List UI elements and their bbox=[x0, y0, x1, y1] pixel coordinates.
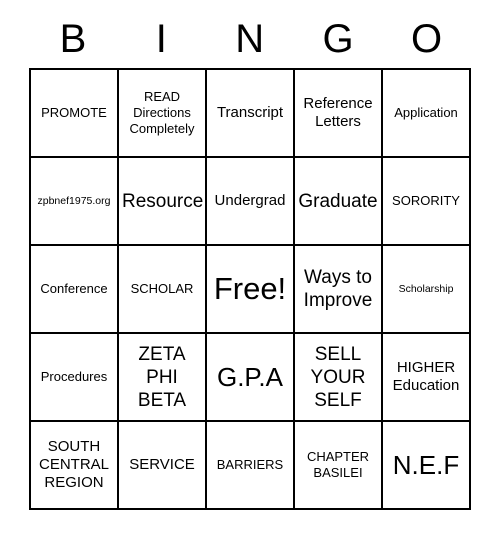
bingo-cell[interactable]: Resource bbox=[119, 158, 207, 246]
bingo-cell[interactable]: CHAPTER BASILEI bbox=[295, 422, 383, 510]
bingo-cell[interactable]: G.P.A bbox=[207, 334, 295, 422]
bingo-cell[interactable]: HIGHER Education bbox=[383, 334, 471, 422]
bingo-cell[interactable]: Undergrad bbox=[207, 158, 295, 246]
bingo-cell[interactable]: Ways to Improve bbox=[295, 246, 383, 334]
bingo-row: PROMOTE READ Directions Completely Transcr… bbox=[31, 70, 471, 158]
bingo-cell-label: SELL YOUR SELF bbox=[310, 343, 366, 411]
bingo-cell-label: zpbnef1975.org bbox=[37, 194, 111, 207]
bingo-row: Conference SCHOLAR Free! Ways to Improve Sch… bbox=[31, 246, 471, 334]
bingo-cell[interactable]: Procedures bbox=[31, 334, 119, 422]
bingo-cell[interactable]: SOUTH CENTRAL REGION bbox=[31, 422, 119, 510]
bingo-cell[interactable]: SELL YOUR SELF bbox=[295, 334, 383, 422]
bingo-cell-label: Application bbox=[394, 105, 458, 120]
bingo-grid: PROMOTE READ Directions Completely Transcr… bbox=[29, 68, 471, 510]
bingo-cell-label: HIGHER Education bbox=[392, 359, 460, 394]
bingo-cell[interactable]: Reference Letters bbox=[295, 70, 383, 158]
bingo-card: B I N G O PROMOTE READ Directions Complet… bbox=[29, 10, 471, 514]
bingo-header-letter-i: I bbox=[155, 17, 168, 61]
bingo-cell-label: Transcript bbox=[216, 104, 284, 121]
bingo-cell-label: Ways to Improve bbox=[303, 267, 373, 311]
bingo-header: B I N G O bbox=[29, 10, 471, 68]
bingo-cell-label: CHAPTER BASILEI bbox=[306, 449, 370, 480]
bingo-cell-label: Scholarship bbox=[398, 282, 454, 295]
bingo-header-letter-n: N bbox=[235, 17, 265, 61]
bingo-cell-label: Procedures bbox=[40, 369, 108, 384]
bingo-cell[interactable]: Conference bbox=[31, 246, 119, 334]
bingo-free-space[interactable]: Free! bbox=[207, 246, 295, 334]
bingo-header-letter-o: O bbox=[410, 17, 443, 61]
bingo-cell[interactable]: READ Directions Completely bbox=[119, 70, 207, 158]
bingo-cell[interactable]: Graduate bbox=[295, 158, 383, 246]
bingo-row: SOUTH CENTRAL REGION SERVICE BARRIERS CHAPT… bbox=[31, 422, 471, 510]
bingo-cell-label: Free! bbox=[213, 271, 287, 306]
bingo-cell[interactable]: Transcript bbox=[207, 70, 295, 158]
bingo-cell[interactable]: BARRIERS bbox=[207, 422, 295, 510]
bingo-cell-label: SERVICE bbox=[129, 456, 195, 473]
bingo-cell-label: PROMOTE bbox=[41, 105, 107, 120]
bingo-cell-label: READ Directions Completely bbox=[129, 89, 195, 136]
bingo-cell-label: SCHOLAR bbox=[130, 281, 194, 296]
bingo-cell-label: ZETA PHI BETA bbox=[137, 343, 187, 411]
bingo-header-letter-g: G bbox=[322, 17, 355, 61]
bingo-cell-label: Graduate bbox=[298, 190, 378, 212]
bingo-cell[interactable]: SCHOLAR bbox=[119, 246, 207, 334]
bingo-cell-label: Resource bbox=[122, 190, 204, 212]
bingo-cell-label: SORORITY bbox=[392, 193, 460, 208]
bingo-cell-label: Reference Letters bbox=[303, 95, 373, 130]
bingo-cell-label: Conference bbox=[40, 281, 108, 296]
bingo-cell[interactable]: ZETA PHI BETA bbox=[119, 334, 207, 422]
bingo-cell-label: N.E.F bbox=[392, 450, 460, 480]
bingo-cell[interactable]: Scholarship bbox=[383, 246, 471, 334]
bingo-cell[interactable]: SORORITY bbox=[383, 158, 471, 246]
bingo-header-letter-b: B bbox=[59, 17, 87, 61]
bingo-cell[interactable]: zpbnef1975.org bbox=[31, 158, 119, 246]
bingo-cell[interactable]: SERVICE bbox=[119, 422, 207, 510]
bingo-row: Procedures ZETA PHI BETA G.P.A SELL YOUR SE… bbox=[31, 334, 471, 422]
bingo-cell[interactable]: PROMOTE bbox=[31, 70, 119, 158]
bingo-cell-label: BARRIERS bbox=[216, 457, 284, 472]
bingo-cell-label: Undergrad bbox=[214, 192, 286, 209]
bingo-cell[interactable]: N.E.F bbox=[383, 422, 471, 510]
bingo-cell[interactable]: Application bbox=[383, 70, 471, 158]
bingo-row: zpbnef1975.org Resource Undergrad Graduate S… bbox=[31, 158, 471, 246]
bingo-cell-label: G.P.A bbox=[216, 362, 283, 392]
bingo-cell-label: SOUTH CENTRAL REGION bbox=[38, 438, 109, 491]
